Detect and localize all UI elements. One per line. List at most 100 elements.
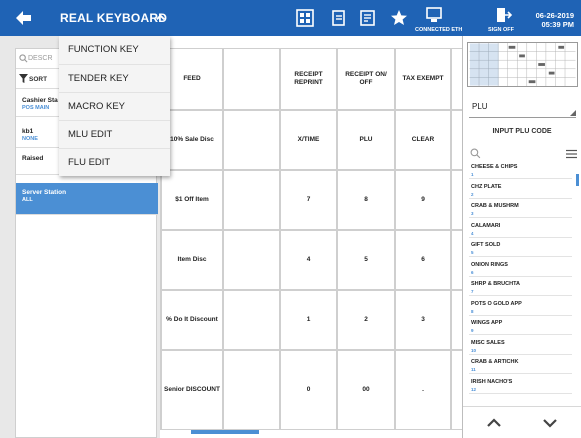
chevron-up-icon[interactable] bbox=[479, 413, 509, 433]
time-text: 05:39 PM bbox=[541, 20, 574, 29]
plu-item-pots-o-gold-app[interactable]: POTS O GOLD APP 8 bbox=[469, 299, 572, 316]
plu-item-shrp-bruchta[interactable]: SHRP & BRUCHTA 7 bbox=[469, 279, 572, 296]
plu-item-code: 8 bbox=[471, 308, 474, 314]
key-1-off-item-r2c0[interactable]: $1 Off Item bbox=[161, 170, 223, 230]
key-receipt-on-off-r0c3[interactable]: RECEIPT ON/ OFF bbox=[337, 48, 395, 110]
search-icon[interactable] bbox=[470, 148, 481, 159]
key-x-time-r1c2[interactable]: X/TIME bbox=[280, 110, 337, 170]
key-blank-r3c1[interactable] bbox=[223, 230, 280, 290]
plu-item-code: 1 bbox=[471, 172, 474, 177]
plu-item-crab-artichk[interactable]: CRAB & ARTICHK 11 bbox=[469, 357, 572, 374]
key-label: TAX EXEMPT bbox=[402, 75, 444, 82]
key-label: 0 bbox=[306, 386, 311, 393]
key-label: 7 bbox=[306, 196, 311, 203]
menu-item-function-key[interactable]: FUNCTION KEY bbox=[59, 36, 170, 64]
key-4-r3c2[interactable]: 4 bbox=[280, 230, 337, 290]
menu-item-label: MACRO KEY bbox=[68, 101, 126, 112]
key-senior-discount-r5c0[interactable]: Senior DISCOUNT bbox=[161, 350, 223, 430]
keyboard-name: kb1 bbox=[22, 128, 34, 135]
key-do-it-discount-r4c0[interactable]: % Do It Discount bbox=[161, 290, 223, 350]
key-blank-r0c1[interactable] bbox=[223, 48, 280, 110]
grid-scrollbar[interactable] bbox=[191, 430, 259, 434]
key-label: 00 bbox=[362, 386, 370, 393]
star-icon[interactable] bbox=[389, 8, 409, 28]
key-8-r2c3[interactable]: 8 bbox=[337, 170, 395, 230]
plu-item-calamari[interactable]: CALAMARI 4 bbox=[469, 221, 572, 238]
key-blank-r1c1[interactable] bbox=[223, 110, 280, 170]
plu-item-wings-app[interactable]: WINGS APP 9 bbox=[469, 318, 572, 335]
plu-item-onion-rings[interactable]: ONION RINGS 6 bbox=[469, 260, 572, 277]
key-blank-r4c1[interactable] bbox=[223, 290, 280, 350]
menu-item-tender-key[interactable]: TENDER KEY bbox=[59, 64, 170, 92]
plu-item-code: 11 bbox=[471, 367, 476, 372]
arrow-left-icon[interactable] bbox=[14, 9, 34, 27]
plu-item-name: WINGS APP bbox=[471, 320, 503, 326]
key-9-r2c4[interactable]: 9 bbox=[395, 170, 451, 230]
key-blank-r2c1[interactable] bbox=[223, 170, 280, 230]
plu-item-name: CRAB & MUSHRM bbox=[471, 203, 519, 209]
search-input[interactable]: DESCR bbox=[28, 55, 53, 62]
key-receipt-reprint-r0c2[interactable]: RECEIPT REPRINT bbox=[280, 48, 337, 110]
edit-note-icon[interactable] bbox=[358, 8, 378, 28]
keyboard-subtitle: POS MAIN bbox=[22, 105, 50, 111]
plu-type-select[interactable]: PLU bbox=[469, 94, 576, 118]
plu-item-name: MISC SALES bbox=[471, 339, 505, 346]
printer-icon[interactable] bbox=[329, 8, 349, 28]
plu-item-gift-sold[interactable]: GIFT SOLD 5 bbox=[469, 240, 572, 257]
connected-status: CONNECTED ETH bbox=[415, 27, 463, 33]
key-item-disc-r3c0[interactable]: Item Disc bbox=[161, 230, 223, 290]
key-1-r4c2[interactable]: 1 bbox=[280, 290, 337, 350]
keyboard-name: Server Station bbox=[22, 189, 67, 196]
key-2-r4c3[interactable]: 2 bbox=[337, 290, 395, 350]
keyboard-subtitle: ALL bbox=[22, 197, 33, 203]
key-00-r5c3[interactable]: 00 bbox=[337, 350, 395, 430]
hamburger-menu-icon[interactable] bbox=[566, 149, 577, 159]
chevron-up-icon[interactable] bbox=[155, 12, 166, 23]
plu-item-crab-mushrm[interactable]: CRAB & MUSHRM 3 bbox=[469, 201, 572, 218]
key-3-r4c4[interactable]: 3 bbox=[395, 290, 451, 350]
key-0-r5c2[interactable]: 0 bbox=[280, 350, 337, 430]
plu-item-chz-plate[interactable]: CHZ PLATE 2 bbox=[469, 182, 572, 199]
key-blank-r5c4[interactable]: . bbox=[395, 350, 451, 430]
key-blank-r5c1[interactable] bbox=[223, 350, 280, 430]
menu-item-macro-key[interactable]: MACRO KEY bbox=[59, 92, 170, 120]
dropdown-corner-icon bbox=[570, 110, 576, 116]
key-5-r3c3[interactable]: 5 bbox=[337, 230, 395, 290]
key-label: 3 bbox=[421, 316, 425, 323]
key-plu-r1c3[interactable]: PLU bbox=[337, 110, 395, 170]
input-plu-code-button[interactable]: INPUT PLU CODE bbox=[463, 124, 581, 144]
key-label: RECEIPT REPRINT bbox=[294, 71, 323, 86]
plu-item-name: CHEESE & CHIPS bbox=[471, 164, 518, 170]
key-label: RECEIPT ON/ OFF bbox=[345, 71, 387, 86]
plu-item-misc-sales[interactable]: MISC SALES 10 bbox=[469, 338, 572, 355]
keyboard-item-server-station[interactable]: Server Station ALL bbox=[16, 183, 158, 215]
key-label: 10% Sale Disc bbox=[170, 136, 214, 143]
sign-out-icon[interactable] bbox=[493, 5, 513, 25]
top-bar: REAL KEYBOARD CONNECTED ETH SIGN OFF 06-… bbox=[0, 0, 581, 36]
plu-item-cheese-chips[interactable]: CHEESE & CHIPS 1 bbox=[469, 162, 572, 179]
plu-scrollbar[interactable] bbox=[576, 174, 579, 186]
plu-item-name: POTS O GOLD APP bbox=[471, 300, 522, 307]
chevron-down-icon[interactable] bbox=[535, 413, 565, 433]
menu-item-label: FLU EDIT bbox=[68, 157, 111, 168]
plu-search-row[interactable] bbox=[463, 146, 581, 162]
key-10-sale-disc-r1c0[interactable]: 10% Sale Disc bbox=[161, 110, 223, 170]
page-title[interactable]: REAL KEYBOARD bbox=[60, 11, 167, 25]
key-clear-r1c4[interactable]: CLEAR bbox=[395, 110, 451, 170]
menu-item-mlu-edit[interactable]: MLU EDIT bbox=[59, 120, 170, 148]
key-label: 4 bbox=[306, 256, 311, 263]
plu-item-name: GIFT SOLD bbox=[471, 242, 501, 248]
key-tax-exempt-r0c4[interactable]: TAX EXEMPT bbox=[395, 48, 451, 110]
key-feed-r0c0[interactable]: FEED bbox=[161, 48, 223, 110]
plu-item-code: 4 bbox=[471, 230, 474, 236]
menu-item-flu-edit[interactable]: FLU EDIT bbox=[59, 148, 170, 176]
key-7-r2c2[interactable]: 7 bbox=[280, 170, 337, 230]
grid-layout-icon[interactable] bbox=[295, 8, 315, 28]
monitor-connection-icon[interactable] bbox=[424, 5, 444, 25]
key-6-r3c4[interactable]: 6 bbox=[395, 230, 451, 290]
plu-panel: PLU INPUT PLU CODE CHEESE & CHIPS 1 CHZ PL… bbox=[462, 36, 581, 438]
plu-item-irish-nacho-s[interactable]: IRISH NACHO'S 12 bbox=[469, 377, 572, 394]
key-label: FEED bbox=[183, 75, 201, 82]
key-label: X/TIME bbox=[297, 136, 320, 143]
sign-off-label[interactable]: SIGN OFF bbox=[488, 27, 514, 33]
